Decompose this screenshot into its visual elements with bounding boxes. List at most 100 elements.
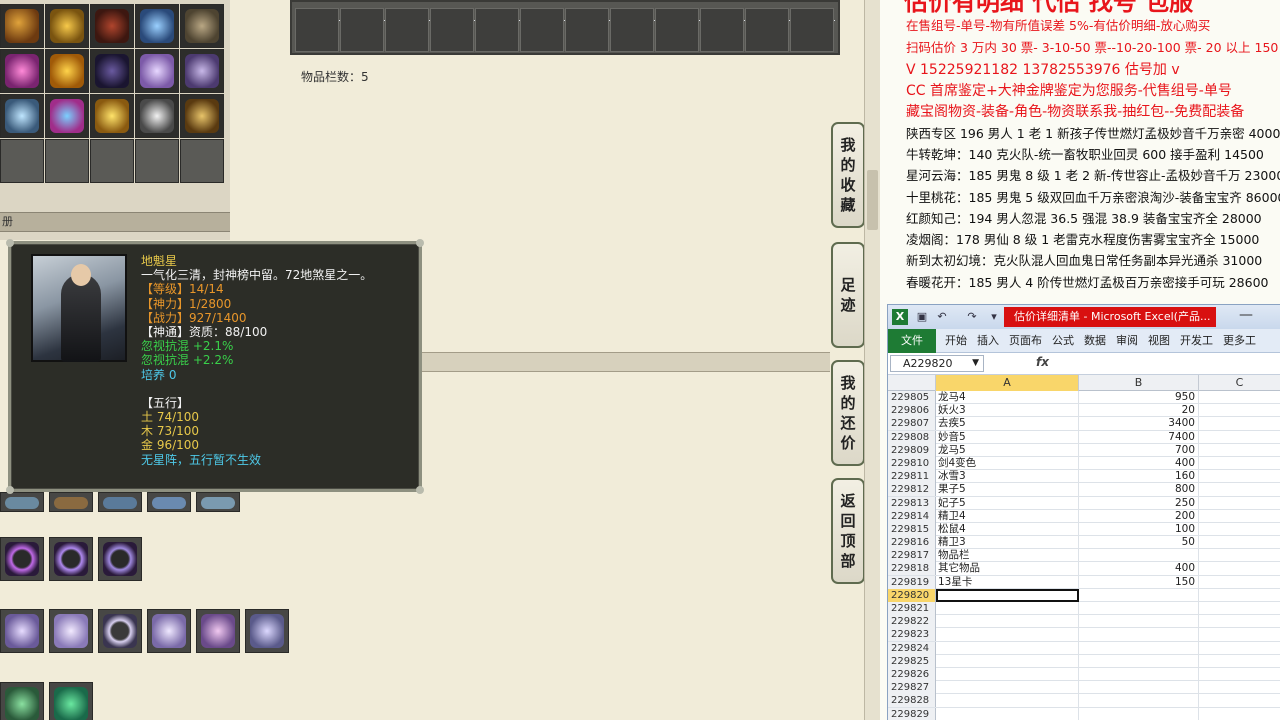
cell-a[interactable]: 精卫4 <box>936 509 1079 523</box>
item-slot[interactable] <box>0 492 44 512</box>
cell-b[interactable]: 20 <box>1079 404 1199 418</box>
cell-b[interactable]: 160 <box>1079 470 1199 484</box>
item-slot[interactable] <box>147 492 191 512</box>
tab-file[interactable]: 文件 <box>888 328 936 353</box>
item-slot[interactable] <box>180 49 224 93</box>
cell-a[interactable] <box>936 588 1079 602</box>
tab-view[interactable]: 视图 <box>1143 329 1175 353</box>
cell-b[interactable]: 700 <box>1079 443 1199 457</box>
item-slot[interactable] <box>0 537 44 581</box>
cell-a[interactable]: 松鼠4 <box>936 522 1079 536</box>
cell-b[interactable] <box>1079 628 1199 642</box>
cell-b[interactable]: 3400 <box>1079 417 1199 431</box>
row-number[interactable]: 229826 <box>888 667 936 681</box>
inventory-cell[interactable] <box>385 8 429 52</box>
row-number[interactable]: 229805 <box>888 391 936 404</box>
cell-a[interactable]: 13星卡 <box>936 575 1079 589</box>
cell-b[interactable]: 50 <box>1079 536 1199 550</box>
cell-b[interactable] <box>1079 602 1199 615</box>
cell-b[interactable]: 800 <box>1079 483 1199 497</box>
cell-a[interactable]: 龙马4 <box>936 391 1079 404</box>
item-slot[interactable] <box>49 682 93 720</box>
cell-b[interactable]: 950 <box>1079 391 1199 404</box>
cell-b[interactable]: 200 <box>1079 509 1199 523</box>
column-header-a[interactable]: A <box>936 375 1079 391</box>
empty-slot[interactable] <box>90 139 134 183</box>
cell-b[interactable]: 150 <box>1079 575 1199 589</box>
row-number[interactable]: 229807 <box>888 417 936 431</box>
row-number[interactable]: 229812 <box>888 483 936 497</box>
row-number[interactable]: 229810 <box>888 456 936 470</box>
item-slot[interactable] <box>0 94 44 138</box>
cell-a[interactable] <box>936 602 1079 615</box>
cell-a[interactable] <box>936 667 1079 681</box>
tab-review[interactable]: 审阅 <box>1111 329 1143 353</box>
column-header-b[interactable]: B <box>1079 375 1199 391</box>
tab-formulas[interactable]: 公式 <box>1047 329 1079 353</box>
tab-home[interactable]: 开始 <box>940 329 972 353</box>
chevron-down-icon[interactable]: ▼ <box>972 356 979 371</box>
item-slot[interactable] <box>98 492 142 512</box>
row-number[interactable]: 229820 <box>888 588 936 602</box>
cell-a[interactable]: 妃子5 <box>936 496 1079 510</box>
inventory-cell[interactable] <box>565 8 609 52</box>
function-icon[interactable]: fx <box>1036 355 1049 369</box>
row-number[interactable]: 229806 <box>888 404 936 418</box>
item-slot[interactable] <box>135 49 179 93</box>
redo-icon[interactable]: ↷ <box>964 309 980 325</box>
row-number[interactable]: 229822 <box>888 615 936 629</box>
item-slot[interactable] <box>196 609 240 653</box>
cell-a[interactable]: 妖火3 <box>936 404 1079 418</box>
inventory-cell[interactable] <box>295 8 339 52</box>
row-number[interactable]: 229821 <box>888 602 936 615</box>
row-number[interactable]: 229823 <box>888 628 936 642</box>
item-slot[interactable] <box>180 94 224 138</box>
cell-b[interactable]: 250 <box>1079 496 1199 510</box>
item-slot[interactable] <box>45 49 89 93</box>
column-header-c[interactable]: C <box>1199 375 1280 391</box>
item-slot[interactable] <box>147 609 191 653</box>
item-slot[interactable] <box>98 609 142 653</box>
cell-a[interactable]: 精卫3 <box>936 536 1079 550</box>
inventory-cell[interactable] <box>610 8 654 52</box>
tab-more-tools[interactable]: 更多工 <box>1218 329 1261 353</box>
minimize-icon[interactable]: — <box>1239 307 1253 323</box>
cell-a[interactable] <box>936 707 1079 720</box>
item-slot[interactable] <box>45 94 89 138</box>
tab-data[interactable]: 数据 <box>1079 329 1111 353</box>
inventory-cell[interactable] <box>655 8 699 52</box>
item-slot[interactable] <box>90 49 134 93</box>
cell-b[interactable]: 400 <box>1079 562 1199 576</box>
cell-b[interactable] <box>1079 694 1199 708</box>
cell-b[interactable] <box>1079 681 1199 695</box>
row-number[interactable]: 229816 <box>888 536 936 550</box>
name-box[interactable]: A229820 ▼ <box>890 355 984 372</box>
cell-a[interactable]: 果子5 <box>936 483 1079 497</box>
inventory-cell[interactable] <box>790 8 834 52</box>
cell-a[interactable] <box>936 615 1079 629</box>
empty-slot[interactable] <box>180 139 224 183</box>
cell-b[interactable] <box>1079 667 1199 681</box>
inventory-cell[interactable] <box>700 8 744 52</box>
cell-a[interactable]: 冰雪3 <box>936 470 1079 484</box>
inventory-cell[interactable] <box>745 8 789 52</box>
cell-a[interactable]: 其它物品 <box>936 562 1079 576</box>
cell-a[interactable]: 物品栏 <box>936 549 1079 563</box>
cell-a[interactable]: 妙音5 <box>936 430 1079 444</box>
page-scrollbar[interactable] <box>864 0 880 720</box>
row-number[interactable]: 229819 <box>888 575 936 589</box>
row-number[interactable]: 229809 <box>888 443 936 457</box>
item-slot[interactable] <box>90 4 134 48</box>
cell-a[interactable]: 剑4变色 <box>936 456 1079 470</box>
item-slot[interactable] <box>196 492 240 512</box>
row-number[interactable]: 229813 <box>888 496 936 510</box>
item-slot[interactable] <box>49 492 93 512</box>
inventory-cell[interactable] <box>475 8 519 52</box>
customize-icon[interactable]: ▾ <box>986 309 1002 325</box>
cell-a[interactable] <box>936 654 1079 668</box>
cell-a[interactable] <box>936 641 1079 655</box>
row-number[interactable]: 229815 <box>888 522 936 536</box>
row-number[interactable]: 229808 <box>888 430 936 444</box>
back-to-top-tab[interactable]: 返回顶部 <box>831 478 865 584</box>
tab-insert[interactable]: 插入 <box>972 329 1004 353</box>
